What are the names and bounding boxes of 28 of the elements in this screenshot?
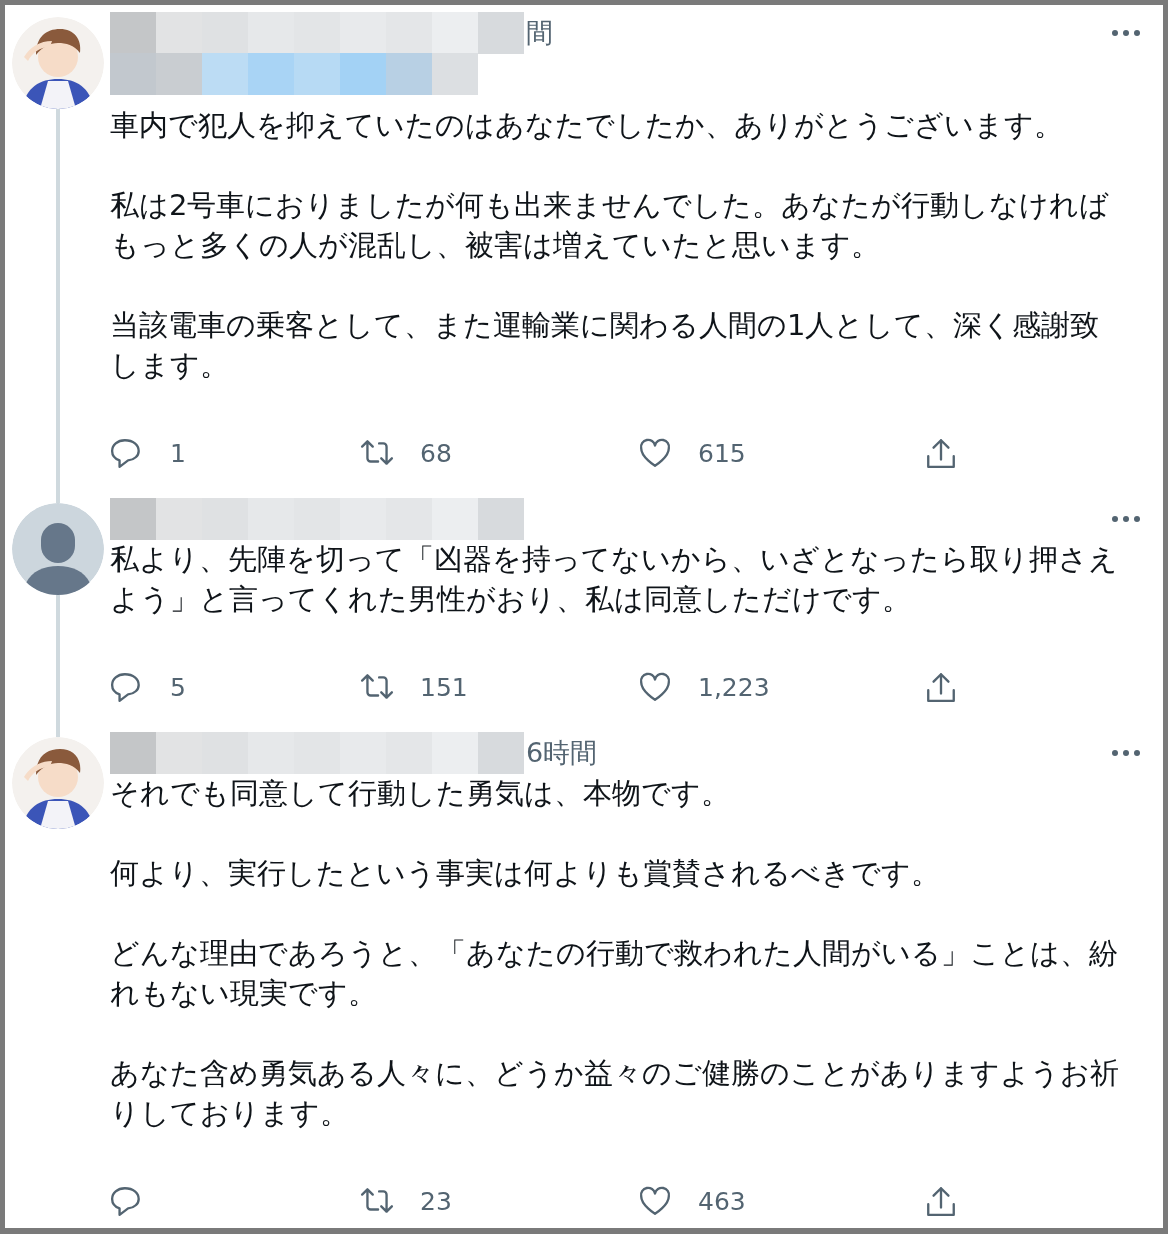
tweet-text: それでも同意して行動した勇気は、本物です。 [110,775,731,812]
heart-icon[interactable] [638,1185,672,1217]
tweet-text: 何より、実行したという事実は何よりも賞賛されるべきです。 [110,855,941,892]
tweet-text: あなた含め勇気ある人々に、どうか益々のご健勝のことがありますようお祈りしております。 [110,1055,1120,1132]
more-icon[interactable] [1111,749,1141,757]
retweet-count: 23 [420,1186,452,1216]
reply-count: 1 [170,438,186,468]
tweet-time[interactable]: 間 [526,15,553,51]
tweet-text: 当該電車の乗客として、また運輸業に関わる人間の1人として、深く感謝致します。 [110,307,1101,384]
retweet-count: 151 [420,672,468,702]
tweet-text: 車内で犯人を抑えていたのはあなたでしたか、ありがとうございます。 [110,107,1064,144]
like-count: 615 [698,438,746,468]
like-count: 463 [698,1186,746,1216]
tweet-text: 私より、先陣を切って「凶器を持ってないから、いざとなったら取り押さえよう」と言ってくれた男性がおり、私は同意しただけです。 [110,541,1119,618]
more-icon[interactable] [1111,29,1141,37]
reply-count: 5 [170,672,186,702]
like-count: 1,223 [698,672,770,702]
heart-icon[interactable] [638,671,672,703]
tweet-text: どんな理由であろうと、「あなたの行動で救われた人間がいる」ことは、紛れもない現実です。 [110,935,1119,1012]
more-icon[interactable] [1111,515,1141,523]
share-icon[interactable] [924,671,958,703]
share-icon[interactable] [924,1185,958,1217]
tweet-text: 私は2号車におりましたが何も出来ませんでした。あなたが行動しなければもっと多くの人が混乱し、被害は増えていたと思います。 [110,187,1111,264]
heart-icon[interactable] [638,437,672,469]
share-icon[interactable] [924,437,958,469]
retweet-count: 68 [420,438,452,468]
tweet-time[interactable]: 6時間 [526,735,598,771]
default-avatar[interactable] [11,503,104,595]
